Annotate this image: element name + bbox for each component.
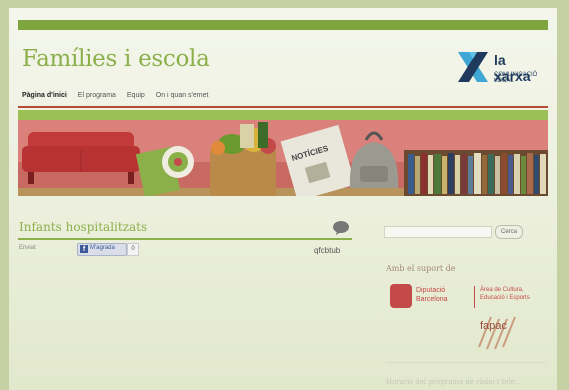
bookshelf-image [404,150,548,196]
diputacio-separator [474,286,475,308]
area-line1: Àrea de Cultura, [480,287,524,293]
sidebar-divider [386,362,546,363]
post-title[interactable]: Infants hospitalitzats [19,220,147,234]
fapac-wordmark: fapac [480,320,507,332]
diputacio-line1: Diputació [416,287,446,294]
post-meta: Enviat [19,245,36,251]
la-xarxa-logo[interactable]: la xarxa COMUNICACIÓ LOCAL [456,50,546,84]
header-banner-illustration: NOTÍCIES [18,110,548,196]
post-divider [18,238,352,240]
like-label: M'agrada [90,245,115,251]
sidebar-footer-link[interactable]: Horaris del programa de ràdio i tele... [386,378,521,386]
nav-item-programa[interactable]: El programa [78,92,116,99]
nav-item-home[interactable]: Pàgina d'inici [22,92,67,99]
nav-item-equip[interactable]: Equip [127,92,145,99]
site-title[interactable]: Famílies i escola [22,46,210,72]
page-container: Famílies i escola la xarxa COMUNICACIÓ L… [9,8,557,390]
facebook-icon: f [80,245,88,253]
fapac-stripes-icon [478,316,516,350]
diputacio-emblem-icon [390,284,412,308]
search-input[interactable] [384,226,492,238]
top-accent-bar [18,20,548,30]
nav-item-on-quan[interactable]: On i quan s'emet [156,92,209,99]
like-count: 0 [127,243,139,256]
support-heading: Amb el suport de [386,264,456,273]
fapac-logo[interactable]: fapac [473,313,533,353]
search-button[interactable]: Cerca [495,225,523,239]
post-brand-label: qfcbtub [314,246,341,255]
logo-tagline: COMUNICACIÓ LOCAL [494,72,538,84]
facebook-like-button[interactable]: f M'agrada [77,243,127,256]
nav-divider [18,106,548,108]
area-line2: Educació i Esports [480,295,530,301]
diputacio-line2: Barcelona [416,296,448,303]
main-nav: Pàgina d'inici El programa Equip On i qu… [22,92,217,99]
la-xarxa-x-icon [458,52,488,82]
comment-bubble-icon[interactable] [332,221,350,235]
diputacio-barcelona-logo[interactable]: Diputació Barcelona Àrea de Cultura, Edu… [390,284,557,310]
